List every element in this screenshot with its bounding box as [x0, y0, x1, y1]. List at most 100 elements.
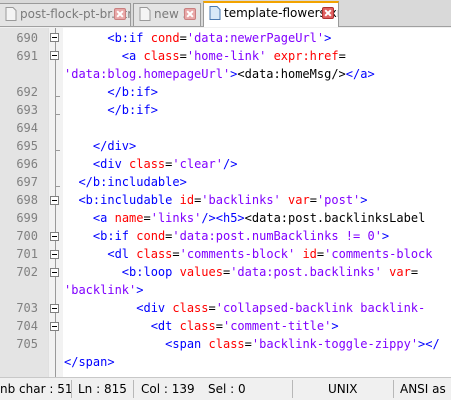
code-token: class — [136, 247, 173, 261]
status-column: Col : 139 — [141, 382, 195, 396]
code-text: <a class='home-link' expr:href= — [64, 47, 346, 65]
code-text: 'data:blog.homepageUrl'><data:homeMsg/><… — [64, 65, 375, 83]
code-token: <dt — [150, 319, 180, 333]
code-line[interactable]: 696 <div class='clear'/> — [0, 155, 451, 173]
code-line[interactable]: 692 </b:if> — [0, 83, 451, 101]
code-token: 'links' — [150, 211, 202, 225]
code-token: 'post' — [316, 193, 361, 207]
code-token: /><h5> — [201, 211, 245, 225]
code-line[interactable]: 703 <div class='collapsed-backlink backl… — [0, 299, 451, 317]
code-token: > — [136, 283, 144, 297]
code-token: expr:href — [273, 49, 339, 63]
code-line[interactable]: 701 <dl class='comments-block' id='comme… — [0, 245, 451, 263]
code-token: 'collapsed-backlink backlink- — [215, 301, 426, 315]
code-token: > — [360, 193, 368, 207]
tab-post-flock[interactable]: post-flock-pt-br.html — [0, 3, 131, 26]
code-text: <b:loop values = 'data:post.backlinks' var… — [64, 263, 418, 281]
code-token: class — [179, 319, 216, 333]
line-number: 697 — [16, 175, 38, 189]
tab-template-flowers[interactable]: template-flowers.xml — [203, 1, 339, 27]
line-number: 693 — [16, 103, 38, 117]
code-line[interactable]: 'data:blog.homepageUrl'><data:homeMsg/><… — [0, 65, 451, 83]
code-token: 'comment-title' — [222, 319, 332, 333]
code-text: <dt class='comment-title'> — [64, 317, 339, 335]
line-number: 694 — [16, 121, 38, 135]
code-text: <a name='links'/><h5><data:post.backlink… — [64, 209, 425, 227]
status-separator — [71, 380, 72, 398]
code-token: <div — [136, 301, 173, 315]
code-token: </b:includable> — [78, 175, 187, 189]
code-token: <div — [92, 157, 130, 171]
close-tab-icon[interactable] — [114, 8, 126, 20]
code-token: 'home-link' — [186, 49, 267, 63]
code-line[interactable]: 691 <a class='home-link' expr:href= — [0, 47, 451, 65]
code-line[interactable]: 699 <a name='links'/><h5><data:post.back… — [0, 209, 451, 227]
code-editor[interactable]: 690 <b:if cond='data:newerPageUrl'> 691 <… — [0, 28, 451, 377]
code-token: </b:if> — [107, 85, 158, 99]
code-text: </div> — [64, 137, 136, 155]
file-icon — [209, 6, 221, 20]
line-number: 690 — [16, 31, 38, 45]
code-line[interactable]: 690 <b:if cond='data:newerPageUrl'> — [0, 29, 451, 47]
code-text: <b:if cond='data:newerPageUrl'> — [64, 29, 331, 47]
status-encoding: ANSI as — [400, 382, 446, 396]
code-token: <b:if — [92, 229, 137, 243]
code-line[interactable]: 705 <span class='backlink-toggle-zippy'>… — [0, 335, 451, 353]
code-line[interactable]: 695 </div> — [0, 137, 451, 155]
tab-new-5[interactable]: new 5 — [133, 3, 201, 26]
code-token: 'backlink-toggle-zippy' — [251, 337, 419, 351]
code-line[interactable]: </span> — [0, 353, 451, 371]
status-bar: nb char : 51 Ln : 815 Col : 139 Sel : 0 … — [0, 377, 451, 400]
code-token: ></ — [418, 337, 440, 351]
code-token: /> — [222, 157, 238, 171]
code-token: 'data:blog.homepageUrl' — [64, 67, 231, 81]
code-token: = — [410, 265, 419, 279]
code-line[interactable]: 694 — [0, 119, 451, 137]
status-separator — [133, 380, 134, 398]
code-line[interactable]: 693 </b:if> — [0, 101, 451, 119]
line-number: 704 — [16, 319, 38, 333]
code-token: = — [179, 31, 187, 45]
line-number: 702 — [16, 265, 38, 279]
code-line[interactable]: 698 <b:includable id='backlinks' var='po… — [0, 191, 451, 209]
code-line[interactable]: 702 <b:loop values = 'data:post.backlinks'… — [0, 263, 451, 281]
code-text: <div class='clear'/> — [64, 155, 238, 173]
code-line[interactable]: 704 <dt class='comment-title'> — [0, 317, 451, 335]
status-selection: Sel : 0 — [208, 382, 246, 396]
code-token: id — [302, 247, 317, 261]
code-token: class — [143, 49, 180, 63]
code-line[interactable]: 'backlink'> — [0, 281, 451, 299]
code-line[interactable]: 697 </b:includable> — [0, 173, 451, 191]
line-number: 698 — [16, 193, 38, 207]
code-text: </b:if> — [64, 101, 158, 119]
code-token: = — [338, 49, 346, 63]
code-token: = — [244, 337, 252, 351]
code-text: <b:includable id='backlinks' var='post'> — [64, 191, 368, 209]
code-token: name — [114, 211, 144, 225]
status-eol: UNIX — [328, 382, 358, 396]
code-token: = — [143, 211, 151, 225]
code-token: <b:loop — [121, 265, 180, 279]
code-token: cond — [136, 229, 166, 243]
code-token: <data:post.backlinksLabel — [244, 211, 426, 225]
status-length: nb char : 51 — [0, 382, 73, 396]
code-token: class — [208, 337, 245, 351]
close-tab-icon[interactable] — [322, 7, 334, 19]
file-icon — [5, 7, 17, 21]
code-text: <div class='collapsed-backlink backlink- — [64, 299, 425, 317]
code-text: 'backlink'> — [64, 281, 143, 299]
close-tab-icon[interactable] — [184, 8, 196, 20]
code-text: <span class='backlink-toggle-zippy'></ — [64, 335, 440, 353]
code-line[interactable]: 700 <b:if cond='data:post.numBacklinks !… — [0, 227, 451, 245]
code-token: <b:if — [107, 31, 151, 45]
status-separator — [292, 380, 293, 398]
file-icon — [139, 7, 151, 21]
